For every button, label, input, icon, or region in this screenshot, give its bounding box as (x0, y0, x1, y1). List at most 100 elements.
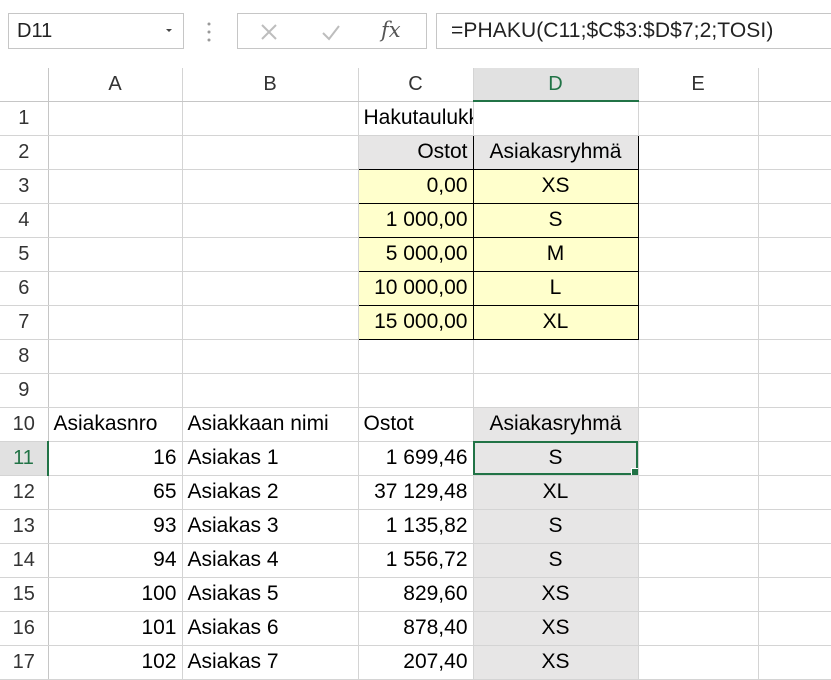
cell-c12[interactable]: 37 129,48 (358, 475, 474, 510)
cell-e4[interactable] (638, 203, 759, 238)
cell-c1[interactable]: Hakutaulukko (358, 101, 474, 136)
active-cell-d11[interactable]: S (473, 441, 639, 476)
cell-d9[interactable] (473, 373, 639, 408)
cell-a17[interactable]: 102 (48, 645, 183, 680)
cell-c15[interactable]: 829,60 (358, 577, 474, 612)
cell-c6[interactable]: 10 000,00 (357, 270, 474, 306)
row-header-5[interactable]: 5 (0, 237, 49, 272)
cell-b3[interactable] (182, 169, 359, 204)
cell-b7[interactable] (182, 305, 359, 340)
cell-f14[interactable] (758, 543, 831, 578)
cell-f4[interactable] (758, 203, 831, 238)
cell-b5[interactable] (182, 237, 359, 272)
cell-f10[interactable] (758, 407, 831, 442)
cell-d17[interactable]: XS (473, 645, 639, 680)
cell-d13[interactable]: S (473, 509, 639, 544)
cell-a3[interactable] (48, 169, 183, 204)
row-header-16[interactable]: 16 (0, 611, 49, 646)
fill-handle[interactable] (630, 467, 637, 474)
cell-f9[interactable] (758, 373, 831, 408)
cell-e11[interactable] (638, 441, 759, 476)
column-header-b[interactable]: B (182, 68, 359, 102)
row-header-13[interactable]: 13 (0, 509, 49, 544)
row-header-11[interactable]: 11 (0, 441, 49, 476)
cell-c16[interactable]: 878,40 (358, 611, 474, 646)
cell-f8[interactable] (758, 339, 831, 374)
cell-c13[interactable]: 1 135,82 (358, 509, 474, 544)
cell-a9[interactable] (48, 373, 183, 408)
cell-d5[interactable]: M (472, 236, 639, 272)
insert-function-icon[interactable]: fx (381, 18, 405, 42)
cell-f13[interactable] (758, 509, 831, 544)
cell-d15[interactable]: XS (473, 577, 639, 612)
cell-f6[interactable] (758, 271, 831, 306)
cell-b2[interactable] (182, 135, 359, 170)
cell-a4[interactable] (48, 203, 183, 238)
select-all-corner[interactable] (0, 68, 49, 102)
cell-a2[interactable] (48, 135, 183, 170)
cell-a5[interactable] (48, 237, 183, 272)
row-header-9[interactable]: 9 (0, 373, 49, 408)
cell-a10[interactable]: Asiakasnro (48, 407, 183, 442)
cell-c17[interactable]: 207,40 (358, 645, 474, 680)
column-header-f[interactable] (758, 68, 831, 102)
cell-e16[interactable] (638, 611, 759, 646)
cell-e8[interactable] (638, 339, 759, 374)
cell-b9[interactable] (182, 373, 359, 408)
cell-b8[interactable] (182, 339, 359, 374)
row-header-1[interactable]: 1 (0, 101, 49, 136)
cell-b10[interactable]: Asiakkaan nimi (182, 407, 359, 442)
cell-e17[interactable] (638, 645, 759, 680)
column-header-c[interactable]: C (358, 68, 474, 102)
cell-c2[interactable]: Ostot (357, 134, 474, 170)
cell-c3[interactable]: 0,00 (357, 168, 474, 204)
cell-d8[interactable] (473, 339, 639, 374)
cell-d1[interactable] (473, 101, 639, 136)
cell-c10[interactable]: Ostot (358, 407, 474, 442)
cell-b11[interactable]: Asiakas 1 (182, 441, 359, 476)
cell-a1[interactable] (48, 101, 183, 136)
column-header-d[interactable]: D (473, 68, 639, 102)
checkmark-icon[interactable] (319, 20, 343, 44)
cell-d4[interactable]: S (472, 202, 639, 238)
cell-f11[interactable] (758, 441, 831, 476)
cell-a16[interactable]: 101 (48, 611, 183, 646)
cell-d14[interactable]: S (473, 543, 639, 578)
cell-b17[interactable]: Asiakas 7 (182, 645, 359, 680)
row-header-12[interactable]: 12 (0, 475, 49, 510)
row-header-2[interactable]: 2 (0, 135, 49, 170)
close-icon[interactable] (257, 20, 281, 44)
cell-f5[interactable] (758, 237, 831, 272)
formula-input[interactable]: =PHAKU(C11;$C$3:$D$7;2;TOSI) (436, 13, 831, 49)
cell-d16[interactable]: XS (473, 611, 639, 646)
row-header-4[interactable]: 4 (0, 203, 49, 238)
row-header-14[interactable]: 14 (0, 543, 49, 578)
row-header-8[interactable]: 8 (0, 339, 49, 374)
cell-a7[interactable] (48, 305, 183, 340)
cell-c11[interactable]: 1 699,46 (358, 441, 474, 476)
column-header-a[interactable]: A (48, 68, 183, 102)
cell-d12[interactable]: XL (473, 475, 639, 510)
cell-a12[interactable]: 65 (48, 475, 183, 510)
row-header-10[interactable]: 10 (0, 407, 49, 442)
cell-e5[interactable] (638, 237, 759, 272)
cell-e12[interactable] (638, 475, 759, 510)
cell-c4[interactable]: 1 000,00 (357, 202, 474, 238)
row-header-7[interactable]: 7 (0, 305, 49, 340)
cell-d3[interactable]: XS (472, 168, 639, 204)
cell-a6[interactable] (48, 271, 183, 306)
cell-b16[interactable]: Asiakas 6 (182, 611, 359, 646)
cell-c14[interactable]: 1 556,72 (358, 543, 474, 578)
cell-f16[interactable] (758, 611, 831, 646)
cell-b12[interactable]: Asiakas 2 (182, 475, 359, 510)
cell-c8[interactable] (358, 339, 474, 374)
cell-e7[interactable] (638, 305, 759, 340)
cell-d2[interactable]: Asiakasryhmä (472, 134, 639, 170)
cell-a11[interactable]: 16 (48, 441, 183, 476)
cell-c7[interactable]: 15 000,00 (357, 304, 474, 340)
cell-e6[interactable] (638, 271, 759, 306)
cell-f15[interactable] (758, 577, 831, 612)
cell-f2[interactable] (758, 135, 831, 170)
row-header-3[interactable]: 3 (0, 169, 49, 204)
chevron-down-icon[interactable] (163, 24, 175, 36)
